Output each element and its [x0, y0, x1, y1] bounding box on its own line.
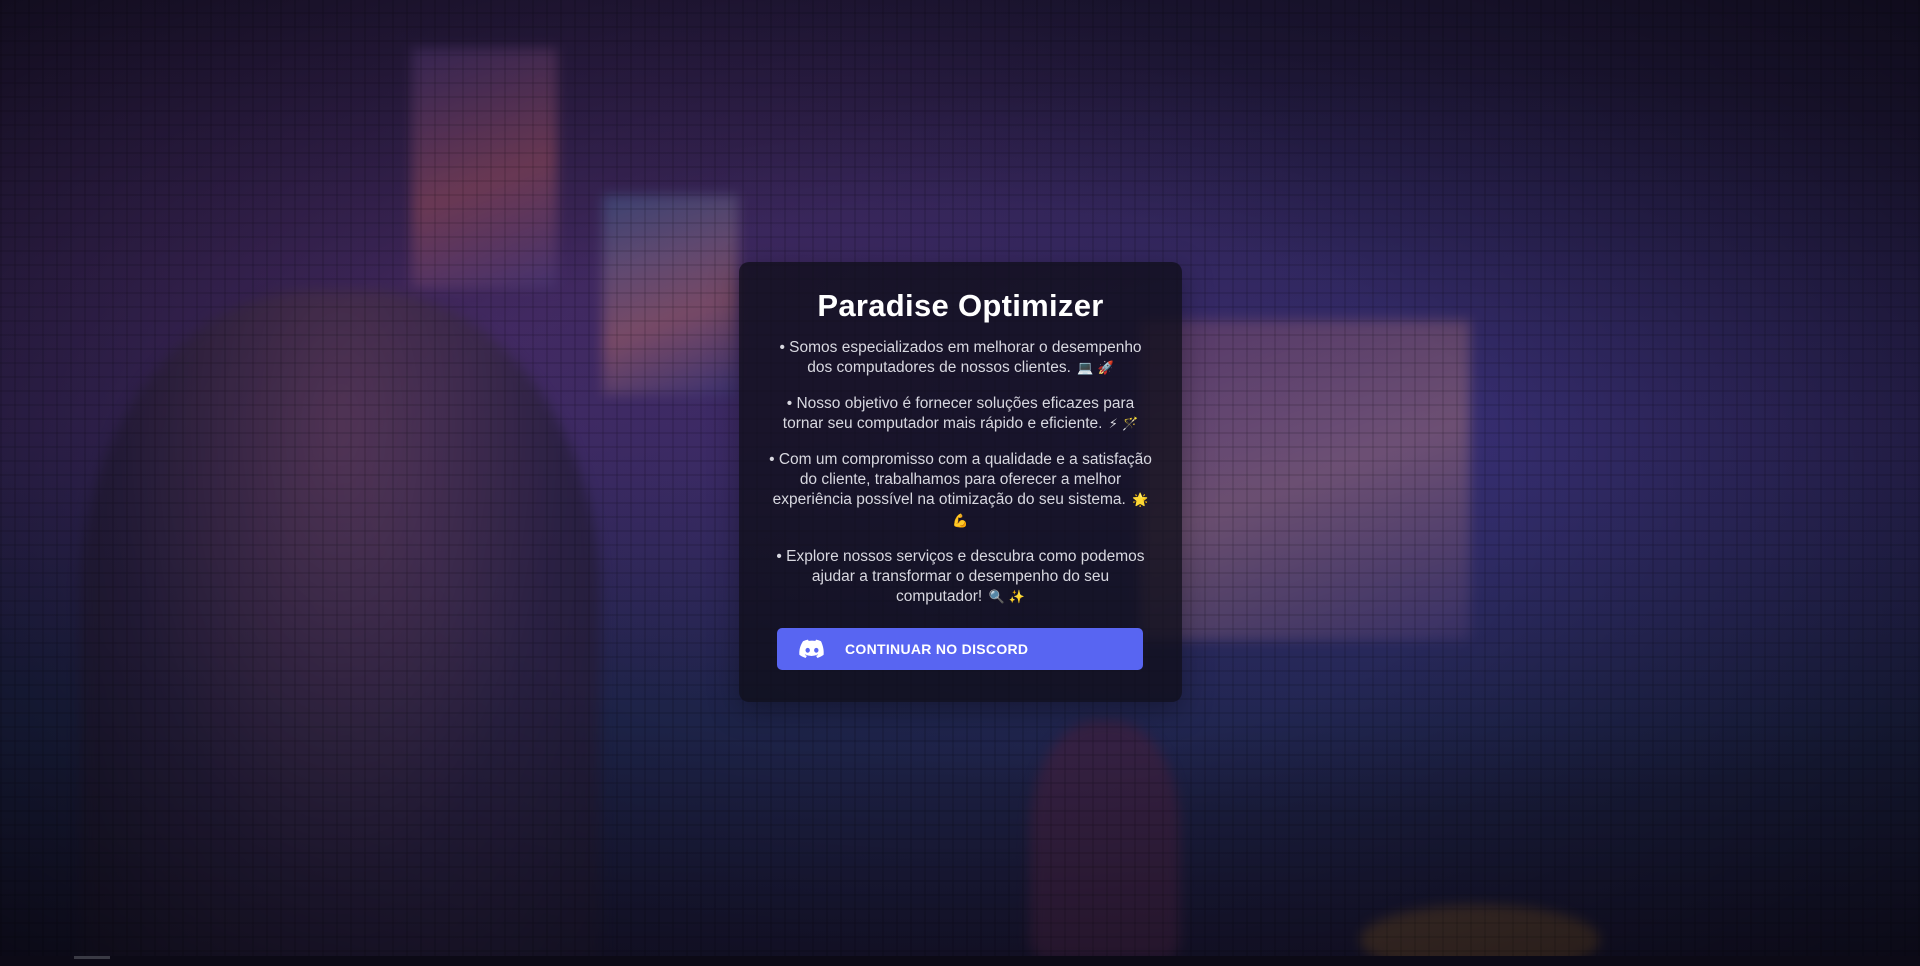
continue-discord-label: CONTINUAR NO DISCORD — [845, 641, 1029, 657]
bottom-bar — [0, 956, 1920, 966]
discord-icon — [799, 639, 825, 659]
paragraph-text: • Nosso objetivo é fornecer soluções efi… — [782, 395, 1135, 432]
paragraph-emoji: 🔍 ✨ — [988, 590, 1025, 605]
card-paragraph-2: • Nosso objetivo é fornecer soluções efi… — [767, 394, 1154, 435]
card-title: Paradise Optimizer — [817, 288, 1104, 323]
info-card: Paradise Optimizer • Somos especializado… — [739, 262, 1182, 702]
paragraph-text: • Com um compromisso com a qualidade e a… — [769, 451, 1152, 508]
paragraph-emoji: 💻 🚀 — [1077, 361, 1114, 376]
card-paragraph-1: • Somos especializados em melhorar o des… — [767, 338, 1154, 379]
continue-discord-button[interactable]: CONTINUAR NO DISCORD — [777, 628, 1143, 670]
card-paragraph-4: • Explore nossos serviços e descubra com… — [767, 547, 1154, 608]
paragraph-text: • Explore nossos serviços e descubra com… — [776, 548, 1145, 605]
bottom-bar-mark — [74, 956, 110, 959]
card-paragraph-3: • Com um compromisso com a qualidade e a… — [767, 450, 1154, 532]
paragraph-emoji: ⚡ 🪄 — [1108, 417, 1139, 432]
